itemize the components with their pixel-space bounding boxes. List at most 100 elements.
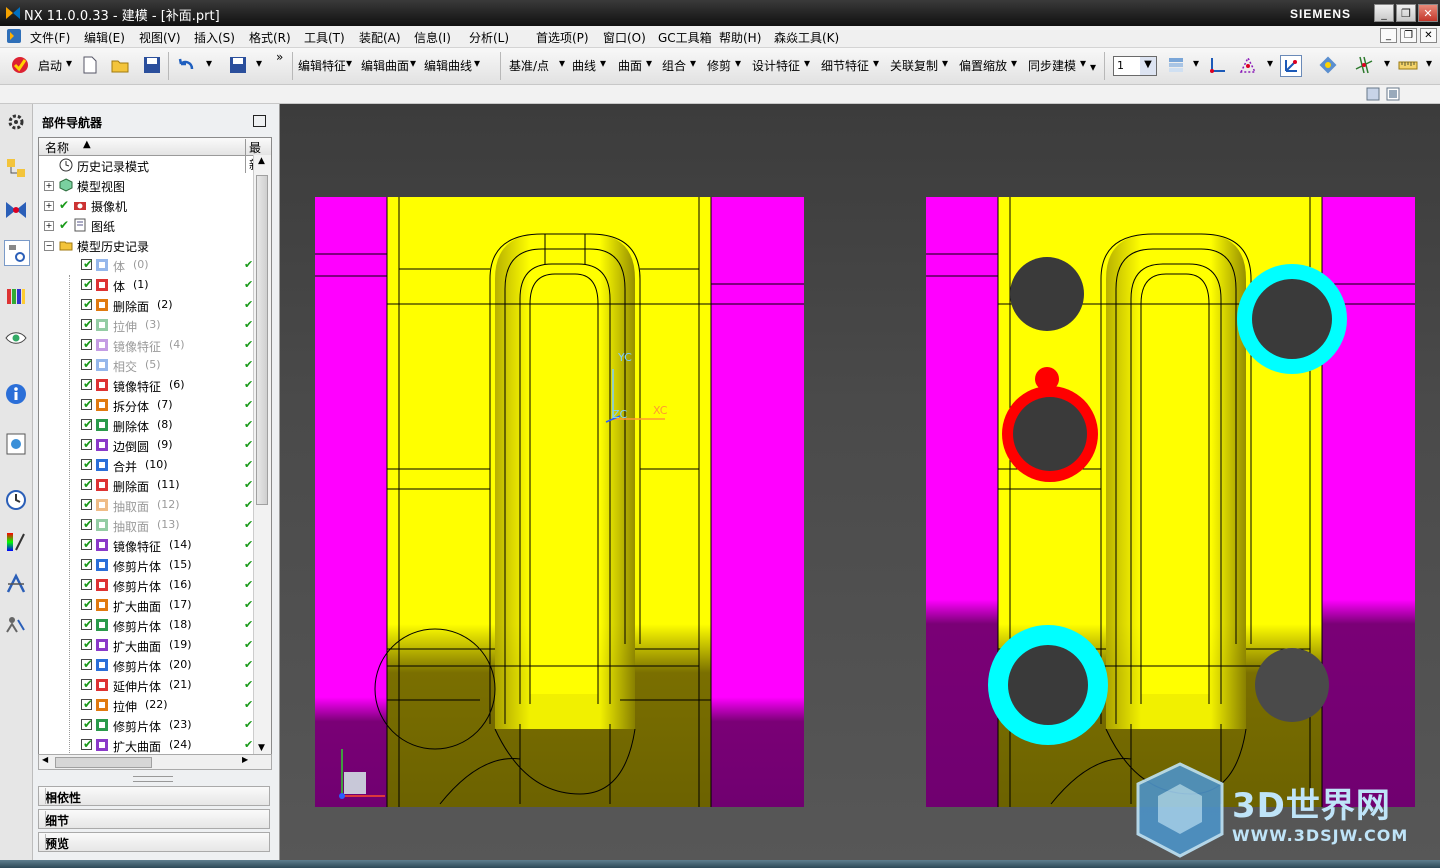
reuse-library-icon[interactable] (4, 284, 28, 308)
design-feature-dropdown-arrow[interactable]: ▾ (804, 56, 810, 70)
menu-senyan-tools[interactable]: 森焱工具(K) (774, 29, 839, 46)
feature-checkbox[interactable]: ✔ (81, 477, 93, 491)
associative-copy-dropdown-arrow[interactable]: ▾ (942, 56, 948, 70)
scroll-down-arrow[interactable]: ▼ (258, 743, 265, 753)
measure-tool-icon[interactable] (1318, 55, 1338, 75)
offset-scale-dropdown-arrow[interactable]: ▾ (1011, 56, 1017, 70)
surface-dropdown-arrow[interactable]: ▾ (646, 56, 652, 70)
process-studio-icon[interactable] (4, 572, 28, 596)
save-icon[interactable] (142, 55, 162, 75)
feature-checkbox[interactable]: ✔ (81, 397, 93, 411)
constraint-navigator-icon[interactable] (4, 198, 28, 222)
right-model[interactable] (926, 197, 1415, 807)
tree-vertical-scrollbar[interactable]: ▲ ▼ (253, 155, 271, 755)
hole-left-middle[interactable] (1013, 397, 1087, 471)
toolbar-synchronous-modeling[interactable]: 同步建模 (1028, 57, 1076, 74)
expand-toggle-icon[interactable]: + (44, 221, 54, 231)
layer-settings-icon[interactable] (1166, 55, 1186, 75)
start-menu-button[interactable]: 启动 (38, 57, 62, 74)
feature-row[interactable]: ✔ 修剪片体 (23) ✔ (39, 715, 253, 735)
feature-row[interactable]: ✔ 相交 (5) ✔ (39, 355, 253, 375)
wcs-dynamic-icon[interactable] (1238, 55, 1258, 75)
feature-checkbox[interactable]: ✔ (81, 537, 93, 551)
feature-row[interactable]: ✔ 删除体 (8) ✔ (39, 415, 253, 435)
feature-checkbox[interactable]: ✔ (81, 297, 93, 311)
feature-checkbox[interactable]: ✔ (81, 277, 93, 291)
toolbar-offset-scale[interactable]: 偏置缩放 (959, 57, 1007, 74)
snap-point-icon[interactable] (1354, 55, 1374, 75)
toolbar-more-arrow[interactable]: ▾ (1090, 60, 1096, 74)
ruler-dropdown-arrow[interactable]: ▾ (1426, 56, 1432, 70)
window-layout-icon[interactable] (1386, 87, 1400, 101)
feature-row[interactable]: ✔ 镜像特征 (6) ✔ (39, 375, 253, 395)
section-details[interactable]: 细节 ⌄ (38, 809, 270, 829)
menu-assembly[interactable]: 装配(A) (359, 29, 401, 46)
save-as-icon[interactable] (228, 55, 248, 75)
feature-checkbox[interactable]: ✔ (81, 337, 93, 351)
tree-node-model-views[interactable]: + 模型视图 (39, 175, 253, 195)
toolbar-edit-surface[interactable]: 编辑曲面 (361, 57, 409, 74)
menu-insert[interactable]: 插入(S) (194, 29, 235, 46)
feature-row[interactable]: ✔ 延伸片体 (21) ✔ (39, 675, 253, 695)
menu-preferences[interactable]: 首选项(P) (536, 29, 589, 46)
feature-row[interactable]: ✔ 抽取面 (13) ✔ (39, 515, 253, 535)
feature-checkbox[interactable]: ✔ (81, 317, 93, 331)
feature-row[interactable]: ✔ 删除面 (2) ✔ (39, 295, 253, 315)
snap-dropdown-arrow[interactable]: ▾ (1384, 56, 1390, 70)
history-clock-icon[interactable] (4, 488, 28, 512)
feature-row[interactable]: ✔ 镜像特征 (4) ✔ (39, 335, 253, 355)
feature-checkbox[interactable]: ✔ (81, 417, 93, 431)
left-slot-inner[interactable] (530, 274, 598, 694)
start-icon[interactable] (10, 55, 30, 75)
scroll-left-arrow[interactable]: ◀ (42, 755, 48, 764)
trim-dropdown-arrow[interactable]: ▾ (735, 56, 741, 70)
work-layer-dropdown-arrow[interactable]: ▼ (1140, 57, 1156, 75)
menu-format[interactable]: 格式(R) (249, 29, 291, 46)
feature-row[interactable]: ✔ 扩大曲面 (19) ✔ (39, 635, 253, 655)
feature-checkbox[interactable]: ✔ (81, 737, 93, 751)
hole-bottom-left[interactable] (1008, 645, 1088, 725)
feature-checkbox[interactable]: ✔ (81, 597, 93, 611)
feature-checkbox[interactable]: ✔ (81, 437, 93, 451)
feature-row[interactable]: ✔ 修剪片体 (15) ✔ (39, 555, 253, 575)
menu-gc-toolbox[interactable]: GC工具箱 (658, 29, 712, 46)
web-browser-icon[interactable] (4, 432, 28, 456)
column-name[interactable]: 名称 (45, 139, 69, 156)
menu-info[interactable]: 信息(I) (414, 29, 451, 46)
scrollbar-thumb[interactable] (256, 175, 268, 505)
feature-row[interactable]: ✔ 删除面 (11) ✔ (39, 475, 253, 495)
part-navigator-icon[interactable] (4, 240, 30, 266)
feature-checkbox[interactable]: ✔ (81, 577, 93, 591)
close-button[interactable]: ✕ (1418, 4, 1438, 22)
right-slot-inner[interactable] (1141, 274, 1209, 694)
doc-restore-button[interactable]: ❐ (1400, 28, 1417, 43)
feature-row[interactable]: ✔ 扩大曲面 (24) ✔ (39, 735, 253, 755)
scroll-right-arrow[interactable]: ▶ (242, 755, 248, 764)
feature-row[interactable]: ✔ 拉伸 (3) ✔ (39, 315, 253, 335)
feature-checkbox[interactable]: ✔ (81, 697, 93, 711)
edit-feature-dropdown-arrow[interactable]: ▾ (346, 56, 352, 70)
feature-row[interactable]: ✔ 拆分体 (7) ✔ (39, 395, 253, 415)
menu-tools[interactable]: 工具(T) (304, 29, 345, 46)
feature-checkbox[interactable]: ✔ (81, 257, 93, 271)
tree-node-history-mode[interactable]: 历史记录模式 (39, 155, 253, 175)
toolbar-detail-feature[interactable]: 细节特征 (821, 57, 869, 74)
detail-feature-dropdown-arrow[interactable]: ▾ (873, 56, 879, 70)
feature-row[interactable]: ✔ 修剪片体 (16) ✔ (39, 575, 253, 595)
settings-gear-icon[interactable] (4, 110, 28, 134)
edit-surface-dropdown-arrow[interactable]: ▾ (410, 56, 416, 70)
system-materials-icon[interactable] (4, 530, 28, 554)
combine-dropdown-arrow[interactable]: ▾ (690, 56, 696, 70)
menu-help[interactable]: 帮助(H) (719, 29, 761, 46)
hole-top-left[interactable] (1010, 257, 1084, 331)
roles-icon[interactable] (4, 612, 28, 636)
toolbar-edit-feature[interactable]: 编辑特征 (298, 57, 346, 74)
tree-horizontal-scrollbar[interactable]: ◀ ▶ (38, 754, 272, 770)
tree-node-cameras[interactable]: + ✔ 摄像机 (39, 195, 253, 215)
menu-analysis[interactable]: 分析(L) (469, 29, 509, 46)
chevron-down-icon[interactable]: ⌄ (45, 834, 62, 850)
ruler-icon[interactable] (1398, 55, 1418, 75)
toolbar-overflow-icon[interactable]: » (276, 50, 283, 64)
menu-window[interactable]: 窗口(O) (603, 29, 646, 46)
tree-node-drawings[interactable]: + ✔ 图纸 (39, 215, 253, 235)
